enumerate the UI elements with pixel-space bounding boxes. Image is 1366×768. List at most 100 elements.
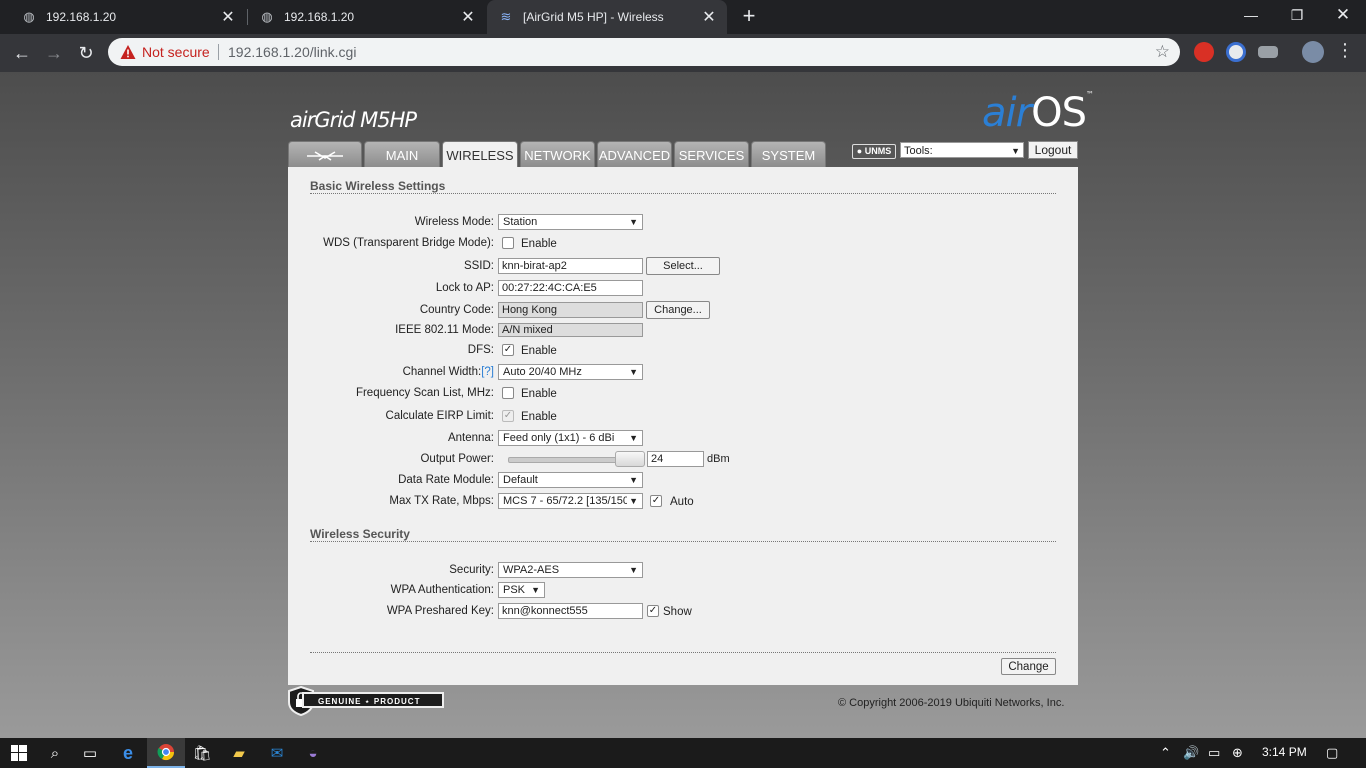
tab-wireless[interactable]: WIRELESS — [442, 141, 518, 168]
dfs-checkbox[interactable]: ✓ — [502, 344, 514, 356]
network-icon[interactable]: ⊕ — [1232, 745, 1243, 761]
security-label: Security: — [449, 564, 494, 576]
output-power-label: Output Power: — [420, 453, 494, 465]
section-title-security: Wireless Security — [310, 527, 410, 541]
chrome-icon[interactable] — [147, 738, 185, 768]
file-explorer-icon[interactable]: ▰ — [220, 738, 258, 768]
mail-icon[interactable]: ✉ — [258, 738, 296, 768]
dfs-enable-label: Enable — [521, 345, 557, 357]
wds-checkbox[interactable] — [502, 237, 514, 249]
country-code-field: Hong Kong — [498, 302, 643, 318]
wireless-mode-select[interactable]: Station ▼ — [498, 214, 643, 230]
airgrid-logo: airGrid M5HP — [290, 108, 417, 132]
antenna-select[interactable]: Feed only (1x1) - 6 dBi ▼ — [498, 430, 643, 446]
max-tx-select[interactable]: MCS 7 - 65/72.2 [135/150] ▼ — [498, 493, 643, 509]
data-rate-label: Data Rate Module: — [398, 474, 494, 486]
settings-panel: Basic Wireless Settings Wireless Mode: S… — [288, 167, 1078, 685]
address-bar[interactable]: Not secure 192.168.1.20/link.cgi ☆ — [108, 38, 1180, 66]
tab-network[interactable]: NETWORK — [520, 141, 595, 167]
freq-scan-checkbox[interactable] — [502, 387, 514, 399]
logout-button[interactable]: Logout — [1028, 141, 1078, 159]
battery-icon[interactable]: ▭ — [1208, 745, 1220, 761]
wds-enable-label: Enable — [521, 238, 557, 250]
dropdown-arrow-icon: ▼ — [629, 475, 638, 485]
output-power-slider-thumb[interactable] — [615, 451, 645, 467]
globe-icon: ◍ — [23, 9, 35, 24]
tab-main[interactable]: MAIN — [364, 141, 440, 167]
genuine-product-text: GENUINE ⋆ PRODUCT — [302, 692, 444, 708]
help-link[interactable]: [?] — [481, 366, 494, 378]
browser-tab-3[interactable]: ≋ [AirGrid M5 HP] - Wireless ✕ — [487, 0, 727, 34]
app-icon[interactable]: ◒ — [294, 738, 332, 768]
tab-advanced[interactable]: ADVANCED — [597, 141, 672, 167]
back-icon[interactable]: ← — [8, 39, 36, 67]
extension-block-icon[interactable] — [1226, 42, 1246, 62]
menu-kebab-icon[interactable]: ⋮ — [1336, 40, 1354, 61]
profile-avatar[interactable] — [1302, 41, 1324, 63]
security-label[interactable]: Not secure — [142, 44, 210, 60]
task-view-icon[interactable]: ▭ — [71, 738, 109, 768]
genuine-product-badge: GENUINE ⋆ PRODUCT — [288, 686, 446, 716]
section-divider — [310, 541, 1056, 542]
close-tab-icon[interactable]: ✕ — [699, 7, 719, 27]
country-code-label: Country Code: — [419, 304, 494, 316]
channel-width-select[interactable]: Auto 20/40 MHz ▼ — [498, 364, 643, 380]
data-rate-select[interactable]: Default ▼ — [498, 472, 643, 488]
extension-stop-icon[interactable] — [1194, 42, 1214, 62]
psk-label: WPA Preshared Key: — [386, 605, 494, 617]
dropdown-arrow-icon: ▼ — [629, 565, 638, 575]
forward-icon[interactable]: → — [40, 39, 68, 67]
browser-tab-1[interactable]: ◍ 192.168.1.20 ✕ — [0, 0, 246, 34]
max-tx-auto-checkbox[interactable]: ✓ — [650, 495, 662, 507]
close-tab-icon[interactable]: ✕ — [458, 7, 478, 27]
wds-label: WDS (Transparent Bridge Mode): — [323, 237, 494, 249]
tray-chevron-icon[interactable]: ⌃ — [1160, 745, 1171, 761]
country-change-button[interactable]: Change... — [646, 301, 710, 319]
browser-tab-2[interactable]: ◍ 192.168.1.20 ✕ — [248, 0, 486, 34]
dropdown-arrow-icon: ▼ — [1011, 146, 1020, 156]
section-divider — [310, 193, 1056, 194]
bookmark-star-icon[interactable]: ☆ — [1155, 42, 1170, 62]
close-tab-icon[interactable]: ✕ — [218, 7, 238, 27]
change-button[interactable]: Change — [1001, 658, 1056, 675]
dropdown-arrow-icon: ▼ — [629, 433, 638, 443]
wpa-auth-select[interactable]: PSK ▼ — [498, 582, 545, 598]
restore-icon[interactable]: ❐ — [1274, 0, 1320, 30]
clock[interactable]: 3:14 PM — [1262, 745, 1307, 759]
reload-icon[interactable]: ↻ — [72, 39, 100, 67]
dropdown-arrow-icon: ▼ — [531, 585, 540, 595]
windows-start-icon[interactable] — [0, 738, 38, 768]
psk-show-checkbox[interactable]: ✓ — [647, 605, 659, 617]
unms-badge[interactable]: ● UNMS — [852, 144, 896, 159]
eirp-checkbox[interactable]: ✓ — [502, 410, 514, 422]
lock-ap-input[interactable]: 00:27:22:4C:CA:E5 — [498, 280, 643, 296]
tab-services[interactable]: SERVICES — [674, 141, 749, 167]
channel-width-label: Channel Width:[?] — [402, 366, 494, 378]
volume-icon[interactable]: 🔊 — [1183, 745, 1199, 761]
windows-taskbar: ⌕ ▭ e 🛍 ▰ ✉ ◒ ⌃ 🔊 ▭ ⊕ 3:14 PM ▢ — [0, 738, 1366, 768]
store-icon[interactable]: 🛍 — [183, 738, 221, 768]
url-text[interactable]: 192.168.1.20/link.cgi — [228, 44, 356, 60]
ieee-mode-label: IEEE 802.11 Mode: — [395, 324, 494, 336]
dfs-label: DFS: — [467, 344, 494, 356]
wireless-mode-label: Wireless Mode: — [414, 216, 494, 228]
ssid-select-button[interactable]: Select... — [646, 257, 720, 275]
tab-ubnt-logo[interactable] — [288, 141, 362, 167]
security-select[interactable]: WPA2-AES ▼ — [498, 562, 643, 578]
output-power-input[interactable]: 24 — [647, 451, 704, 467]
search-icon[interactable]: ⌕ — [36, 738, 74, 768]
web-page: airGrid M5HP airOS™ MAIN WIRELESS NETWOR… — [0, 72, 1366, 738]
notifications-icon[interactable]: ▢ — [1326, 745, 1338, 761]
tab-system[interactable]: SYSTEM — [751, 141, 826, 167]
close-window-icon[interactable]: ✕ — [1320, 0, 1366, 30]
tools-select[interactable]: Tools: ▼ — [900, 142, 1024, 158]
new-tab-icon[interactable]: + — [737, 5, 761, 29]
eirp-label: Calculate EIRP Limit: — [385, 410, 494, 422]
ssid-input[interactable]: knn-birat-ap2 — [498, 258, 643, 274]
extension-glasses-icon[interactable] — [1258, 46, 1278, 58]
airos-favicon-icon: ≋ — [500, 9, 512, 24]
minimize-icon[interactable]: — — [1228, 0, 1274, 30]
edge-icon[interactable]: e — [109, 738, 147, 768]
psk-input[interactable]: knn@konnect555 — [498, 603, 643, 619]
max-tx-label: Max TX Rate, Mbps: — [389, 495, 494, 507]
